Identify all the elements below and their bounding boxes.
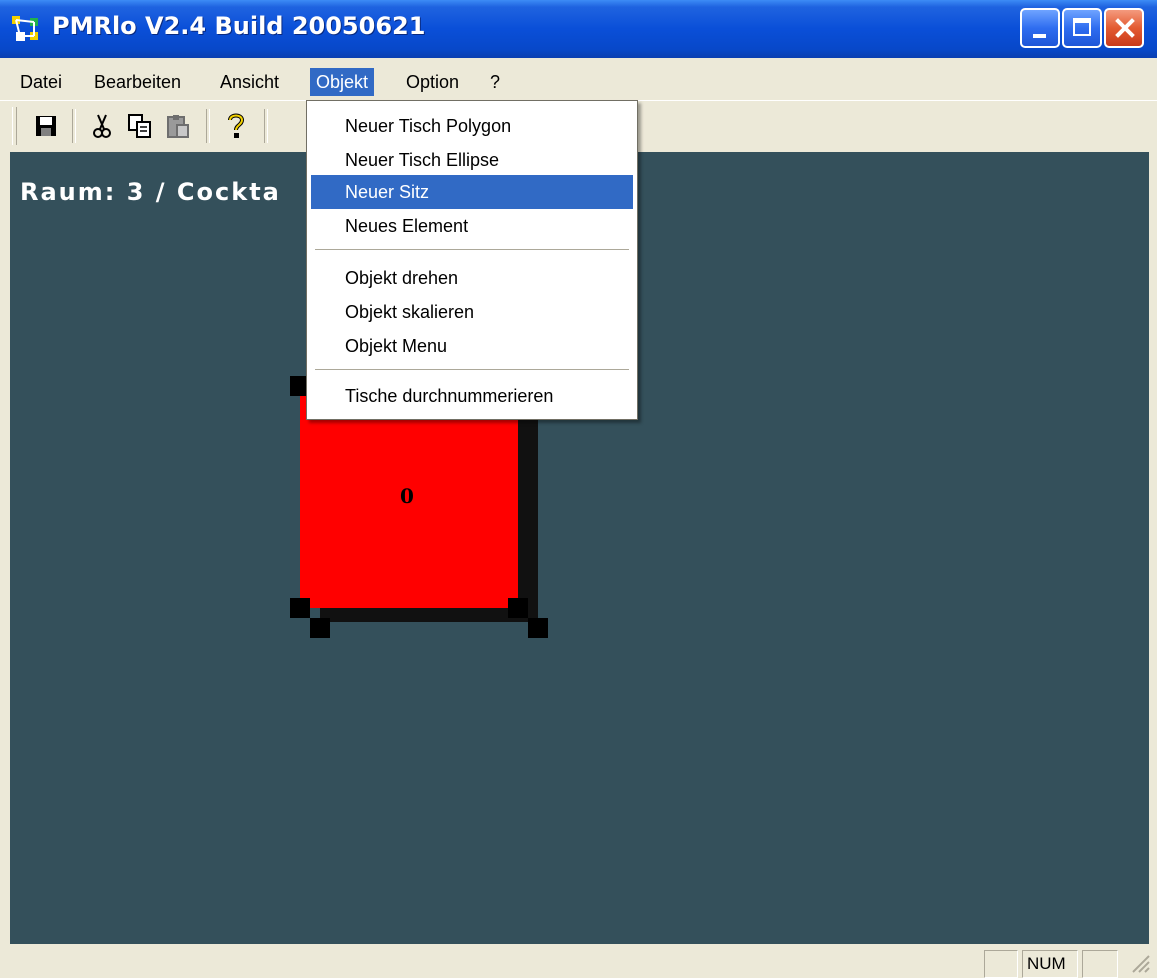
- status-panel-caps: [984, 950, 1018, 978]
- table-number: 0: [400, 484, 414, 508]
- menu-bar: Datei Bearbeiten Ansicht Objekt Option ?: [0, 64, 1157, 100]
- help-button[interactable]: [220, 109, 252, 143]
- status-panel-num: NUM: [1022, 950, 1078, 978]
- close-icon: [1115, 18, 1135, 38]
- help-icon: [228, 113, 245, 138]
- menu-item-neuer-tisch-polygon[interactable]: Neuer Tisch Polygon: [311, 109, 633, 143]
- menu-datei[interactable]: Datei: [14, 68, 68, 96]
- resize-handle[interactable]: [528, 618, 548, 638]
- toolbar-grip[interactable]: [12, 107, 17, 145]
- menu-option[interactable]: Option: [400, 68, 465, 96]
- status-panel-scroll: [1082, 950, 1118, 978]
- resize-handle[interactable]: [310, 618, 330, 638]
- status-bar: NUM: [0, 944, 1157, 978]
- copy-button[interactable]: [124, 109, 156, 143]
- objekt-menu: Neuer Tisch Polygon Neuer Tisch Ellipse …: [306, 100, 638, 420]
- app-icon: [12, 16, 38, 41]
- menu-separator: [315, 369, 629, 371]
- menu-ansicht[interactable]: Ansicht: [214, 68, 285, 96]
- room-label: Raum: 3 / Cockta: [20, 178, 281, 206]
- menu-help[interactable]: ?: [484, 68, 506, 96]
- menu-item-neuer-sitz[interactable]: Neuer Sitz: [311, 175, 633, 209]
- resize-grip-icon[interactable]: [1127, 950, 1151, 974]
- paste-button[interactable]: [162, 109, 194, 143]
- resize-handle[interactable]: [290, 598, 310, 618]
- toolbar-separator: [206, 109, 210, 143]
- window-title: PMRlo V2.4 Build 20050621: [52, 12, 426, 40]
- minimize-icon: [1033, 34, 1046, 38]
- toolbar-separator: [264, 109, 268, 143]
- resize-handle[interactable]: [508, 598, 528, 618]
- menu-item-objekt-skalieren[interactable]: Objekt skalieren: [311, 295, 633, 329]
- menu-item-neues-element[interactable]: Neues Element: [311, 209, 633, 243]
- cut-button[interactable]: [86, 109, 118, 143]
- close-button[interactable]: [1104, 8, 1144, 48]
- menu-item-objekt-menu[interactable]: Objekt Menu: [311, 329, 633, 363]
- menu-item-neuer-tisch-ellipse[interactable]: Neuer Tisch Ellipse: [311, 143, 633, 177]
- maximize-icon: [1073, 18, 1091, 36]
- menu-bearbeiten[interactable]: Bearbeiten: [88, 68, 187, 96]
- menu-separator: [315, 249, 629, 251]
- cut-icon: [93, 114, 111, 138]
- toolbar-separator: [72, 109, 76, 143]
- copy-icon: [128, 114, 151, 138]
- minimize-button[interactable]: [1020, 8, 1060, 48]
- maximize-button[interactable]: [1062, 8, 1102, 48]
- save-icon: [36, 116, 56, 136]
- menu-objekt[interactable]: Objekt: [310, 68, 375, 96]
- paste-icon: [167, 115, 189, 138]
- menu-item-objekt-drehen[interactable]: Objekt drehen: [311, 261, 633, 295]
- title-bar[interactable]: PMRlo V2.4 Build 20050621: [0, 0, 1157, 58]
- save-button[interactable]: [30, 109, 62, 143]
- menu-item-tische-durchnummerieren[interactable]: Tische durchnummerieren: [311, 379, 633, 413]
